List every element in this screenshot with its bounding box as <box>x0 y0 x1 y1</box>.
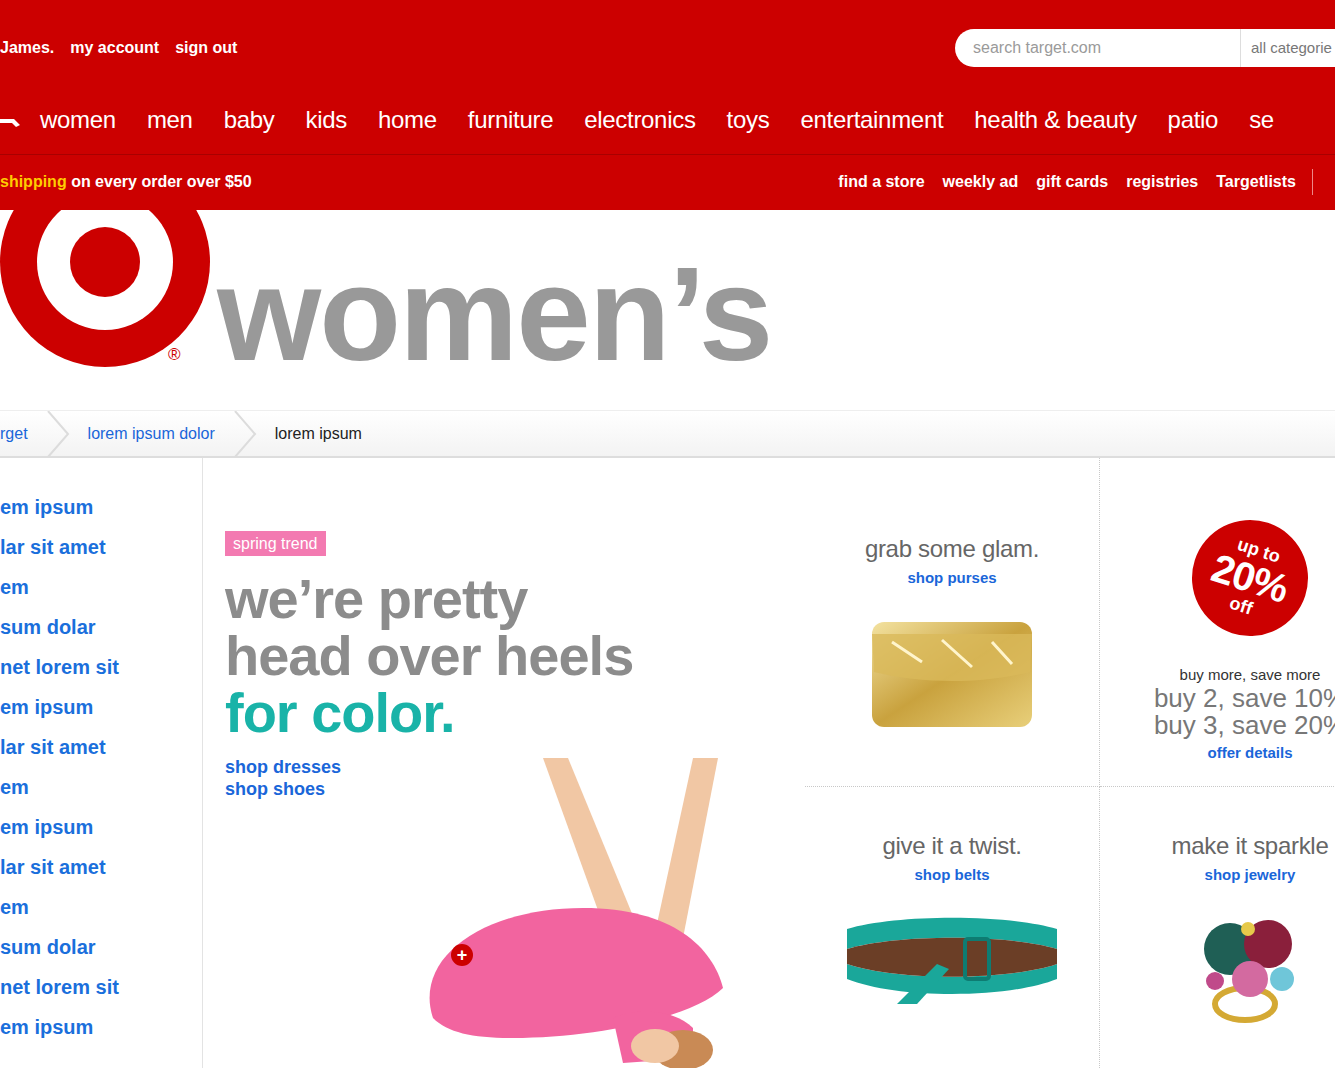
discount-badge: up to20%off <box>1177 505 1323 651</box>
offer-line: buy 3, save 20% <box>1100 712 1335 739</box>
tile-title: grab some glam. <box>805 535 1099 563</box>
nav-item[interactable]: kids <box>306 102 347 138</box>
utility-link[interactable]: find a store <box>838 170 924 194</box>
zoom-button[interactable]: + <box>451 944 473 966</box>
promo-grid: grab some glam. shop purses up to20%off buy… <box>805 458 1335 1068</box>
hero-links: shop dressesshop shoes <box>225 756 805 800</box>
product-tile: give it a twist. shop belts <box>805 787 1100 1068</box>
nav-list: women menbaby kids home furniture electronics… <box>40 102 1274 138</box>
tile-link[interactable]: shop purses <box>907 568 996 588</box>
nav-item[interactable]: furniture <box>468 102 553 138</box>
nav-item[interactable]: home <box>378 102 437 138</box>
hero-link[interactable]: shop shoes <box>225 778 805 800</box>
sidebar-item[interactable]: em ipsum <box>0 687 202 727</box>
sidebar-item[interactable]: lar sit amet <box>0 847 202 887</box>
registered-mark: ® <box>168 346 181 363</box>
product-tile: grab some glam. shop purses <box>805 458 1100 787</box>
offer-tile: up to20%off buy more, save morebuy 2, sav… <box>1100 458 1335 787</box>
nav-item[interactable]: entertainment <box>800 102 943 138</box>
target-logo[interactable] <box>0 210 215 410</box>
sidebar-item[interactable]: em <box>0 887 202 927</box>
nav-item[interactable]: electronics <box>584 102 695 138</box>
trend-badge: spring trend <box>225 531 326 556</box>
chevron-icon <box>233 411 257 457</box>
search-box: all categorie <box>955 29 1335 67</box>
tile-title: give it a twist. <box>805 832 1099 860</box>
account-bar: James. my account sign out all categorie <box>0 0 1335 85</box>
sidebar-item[interactable]: em ipsum <box>0 807 202 847</box>
main-content: em ipsumlar sit ametemsum dolarnet lorem… <box>0 458 1335 1068</box>
account-link[interactable]: sign out <box>175 36 237 60</box>
headline-accent: for color. <box>225 684 805 741</box>
headline-line: we’re pretty <box>225 570 805 627</box>
main-nav: women menbaby kids home furniture electronics… <box>0 85 1335 155</box>
sidebar-item[interactable]: em ipsum <box>0 487 202 527</box>
page-title: women’s <box>217 210 771 410</box>
utility-link[interactable]: gift cards <box>1036 170 1108 194</box>
tile-link[interactable]: shop belts <box>914 865 989 885</box>
chevron-icon <box>46 411 70 457</box>
sidebar-item[interactable]: sum dolar <box>0 607 202 647</box>
purse-image <box>862 612 1042 737</box>
offer-headline: buy more, save more <box>1100 665 1335 685</box>
hero-headline: we’re prettyhead over heelsfor color. <box>225 570 805 741</box>
promo-text: shippingon every order over $50 <box>0 170 252 194</box>
headline-line: head over heels <box>225 627 805 684</box>
nav-item[interactable]: patio <box>1168 102 1219 138</box>
user-greeting: James. <box>0 36 54 60</box>
sidebar-item[interactable]: net lorem sit <box>0 967 202 1007</box>
utility-link[interactable]: registries <box>1126 170 1198 194</box>
promo-bar: shippingon every order over $50 find a st… <box>0 155 1335 209</box>
tile-link[interactable]: shop jewelry <box>1205 865 1296 885</box>
belt-image <box>837 909 1067 1009</box>
sidebar-item[interactable]: net lorem sit <box>0 647 202 687</box>
account-links: James. my account sign out <box>0 36 237 60</box>
offer-line: buy 2, save 10% <box>1100 685 1335 712</box>
nav-item[interactable]: se <box>1249 102 1274 138</box>
product-tile: make it sparkle shop jewelry <box>1100 787 1335 1068</box>
promo-detail: on every order over $50 <box>71 170 252 194</box>
hero-link[interactable]: shop dresses <box>225 756 805 778</box>
category-select[interactable]: all categorie <box>1240 29 1332 67</box>
sidebar-item[interactable]: em ipsum <box>0 1007 202 1047</box>
hero: spring trend we’re prettyhead over heelsf… <box>203 458 805 1068</box>
sidebar: em ipsumlar sit ametemsum dolarnet lorem… <box>0 458 203 1068</box>
account-link[interactable]: my account <box>70 36 159 60</box>
utility-link[interactable]: weekly ad <box>943 170 1019 194</box>
sidebar-item[interactable]: sum dolar <box>0 927 202 967</box>
breadcrumb-bar: rget lorem ipsum dolor lorem ipsum <box>0 410 1335 458</box>
brand-area: ® women’s <box>0 210 1335 410</box>
bullseye-icon <box>0 105 22 135</box>
breadcrumb-item[interactable]: rget <box>0 422 28 446</box>
nav-item[interactable]: men <box>147 102 193 138</box>
search-input[interactable] <box>955 29 1240 67</box>
nav-item[interactable]: toys <box>727 102 770 138</box>
promo-highlight: shipping <box>0 170 67 194</box>
nav-item[interactable]: women <box>40 102 116 138</box>
sidebar-item[interactable]: em <box>0 767 202 807</box>
sidebar-item[interactable]: lar sit amet <box>0 727 202 767</box>
sidebar-item[interactable]: em <box>0 567 202 607</box>
nav-item[interactable]: baby <box>224 102 275 138</box>
breadcrumb-item[interactable]: lorem ipsum dolor <box>88 422 215 446</box>
tile-title: make it sparkle <box>1100 832 1335 860</box>
breadcrumb-item[interactable]: lorem ipsum <box>275 422 362 446</box>
model-photo <box>393 758 803 1068</box>
ring-image <box>1190 909 1310 1029</box>
offer-details-link[interactable]: offer details <box>1207 743 1292 763</box>
sidebar-item[interactable]: lar sit amet <box>0 527 202 567</box>
utility-links: find a store weekly ad gift cards registrie… <box>838 170 1296 194</box>
target-logo-icon <box>0 210 215 410</box>
site-header: James. my account sign out all categorie wom… <box>0 0 1335 210</box>
nav-item[interactable]: health & beauty <box>974 102 1136 138</box>
utility-link[interactable]: Targetlists <box>1216 170 1296 194</box>
utility-separator <box>1312 169 1313 195</box>
